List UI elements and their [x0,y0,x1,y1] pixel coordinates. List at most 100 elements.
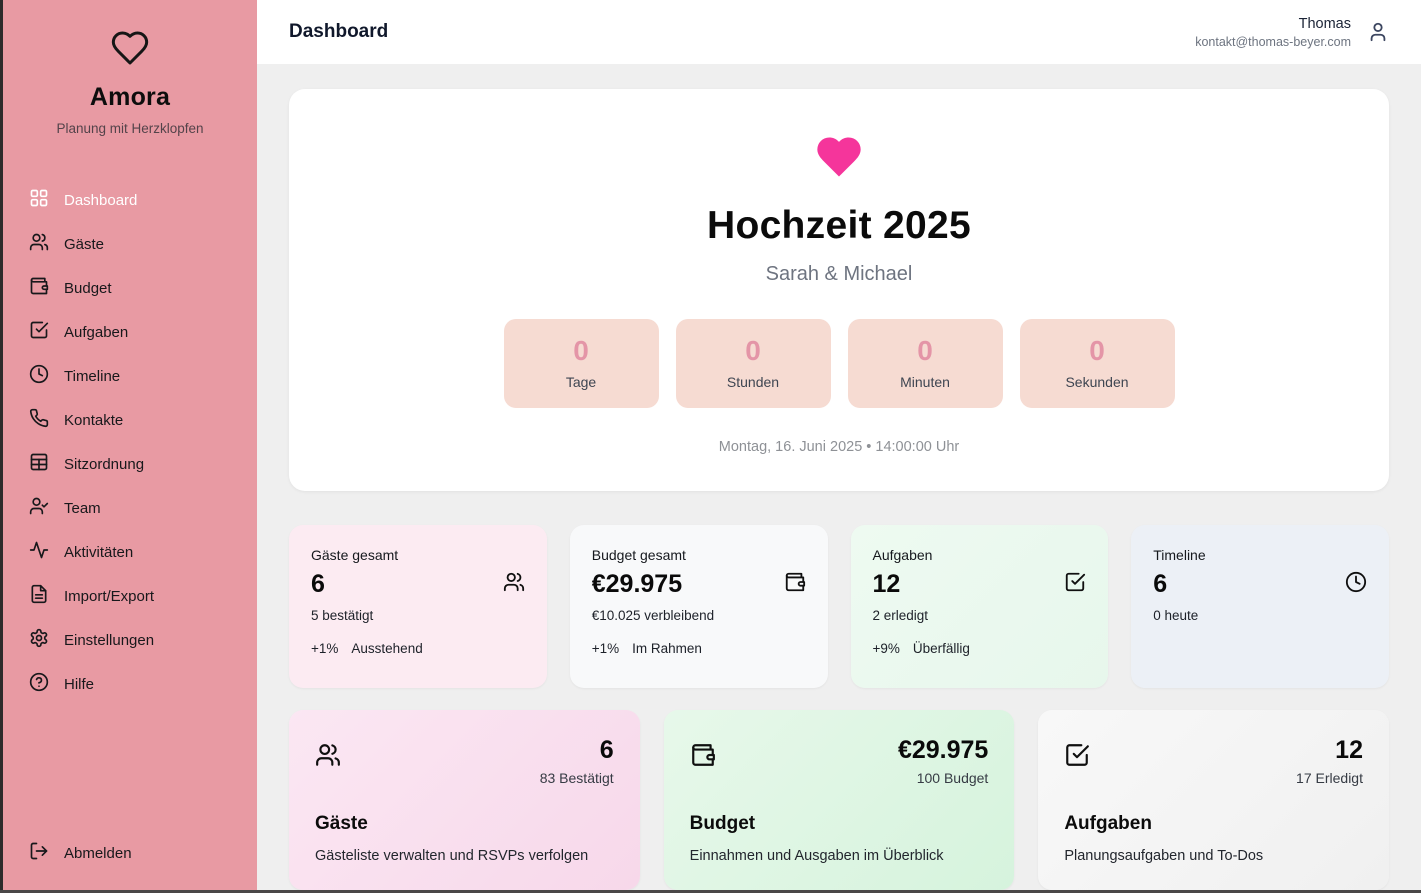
countdown-hours: 0 Stunden [676,319,831,408]
stat-label: Aufgaben [873,547,1087,563]
stat-sub: €10.025 verbleibend [592,608,806,623]
stat-trend-label: Im Rahmen [632,641,702,656]
stat-value: 12 [873,570,901,599]
countdown-value: 0 [573,337,589,365]
help-circle-icon [29,672,49,696]
logout-icon [29,841,49,865]
stat-trend-label: Überfällig [913,641,970,656]
file-text-icon [29,584,49,608]
stat-value: €29.975 [592,570,682,599]
wedding-title: Hochzeit 2025 [321,204,1357,248]
countdown-minutes: 0 Minuten [848,319,1003,408]
countdown-seconds: 0 Sekunden [1020,319,1175,408]
stat-sub: 5 bestätigt [311,608,525,623]
user-icon[interactable] [1367,21,1389,43]
logout-button[interactable]: Abmelden [3,829,257,877]
stat-card-tasks: Aufgaben 12 2 erledigt +9% Überfällig [851,525,1109,688]
page-title: Dashboard [289,21,388,43]
countdown-value: 0 [917,337,933,365]
wallet-icon [784,571,806,598]
stat-card-guests: Gäste gesamt 6 5 bestätigt +1% Ausstehen… [289,525,547,688]
sidebar-item-kontakte[interactable]: Kontakte [3,398,257,442]
countdown-label: Tage [566,374,596,390]
feature-desc: Planungsaufgaben und To-Dos [1064,848,1363,864]
feature-desc: Gästeliste verwalten und RSVPs verfolgen [315,848,614,864]
clock-icon [1345,571,1367,598]
wallet-icon [29,276,49,300]
sidebar-item-label: Aktivitäten [64,544,133,561]
activity-icon [29,540,49,564]
user-name: Thomas [1195,16,1351,32]
feature-value: €29.975 [898,736,988,765]
sidebar-item-label: Import/Export [64,588,154,605]
sidebar-item-label: Budget [64,280,112,297]
stat-trend-value: +1% [592,641,619,656]
sidebar-item-gaeste[interactable]: Gäste [3,222,257,266]
sidebar-item-dashboard[interactable]: Dashboard [3,178,257,222]
users-icon [503,571,525,598]
sidebar-item-label: Kontakte [64,412,123,429]
stat-card-timeline: Timeline 6 0 heute [1131,525,1389,688]
gear-icon [29,628,49,652]
main-area: Dashboard Thomas kontakt@thomas-beyer.co… [257,0,1421,893]
sidebar-item-timeline[interactable]: Timeline [3,354,257,398]
sidebar-item-team[interactable]: Team [3,486,257,530]
sidebar-item-aufgaben[interactable]: Aufgaben [3,310,257,354]
feature-card-tasks[interactable]: 12 17 Erledigt Aufgaben Planungsaufgaben… [1038,710,1389,890]
sidebar-spacer [3,706,257,829]
check-square-icon [1064,571,1086,598]
app-name: Amora [19,83,241,112]
countdown: 0 Tage 0 Stunden 0 Minuten 0 Sekunden [321,319,1357,408]
stat-value: 6 [1153,570,1167,599]
feature-title: Gäste [315,813,614,835]
stat-value: 6 [311,570,325,599]
users-icon [29,232,49,256]
stat-sub: 2 erledigt [873,608,1087,623]
feature-title: Budget [690,813,989,835]
feature-card-budget[interactable]: €29.975 100 Budget Budget Einnahmen und … [664,710,1015,890]
sidebar-item-label: Einstellungen [64,632,154,649]
sidebar-item-label: Team [64,500,101,517]
sidebar-item-import-export[interactable]: Import/Export [3,574,257,618]
user-menu[interactable]: Thomas kontakt@thomas-beyer.com [1195,16,1389,49]
countdown-value: 0 [1089,337,1105,365]
wedding-datetime: Montag, 16. Juni 2025 • 14:00:00 Uhr [321,439,1357,455]
sidebar-item-sitzordnung[interactable]: Sitzordnung [3,442,257,486]
heart-filled-icon [810,170,868,187]
feature-desc: Einnahmen und Ausgaben im Überblick [690,848,989,864]
stat-sub: 0 heute [1153,608,1367,623]
sidebar-item-label: Dashboard [64,192,137,209]
feature-value: 12 [1296,736,1363,765]
feature-cards-row: 6 83 Bestätigt Gäste Gästeliste verwalte… [289,710,1389,890]
feature-sub: 17 Erledigt [1296,770,1363,786]
users-icon [315,736,341,773]
sidebar-item-hilfe[interactable]: Hilfe [3,662,257,706]
countdown-label: Stunden [727,374,779,390]
countdown-days: 0 Tage [504,319,659,408]
sidebar-item-label: Aufgaben [64,324,128,341]
sidebar-item-einstellungen[interactable]: Einstellungen [3,618,257,662]
stat-trend-value: +9% [873,641,900,656]
stat-trend-label: Ausstehend [351,641,422,656]
user-email: kontakt@thomas-beyer.com [1195,35,1351,49]
countdown-value: 0 [745,337,761,365]
stat-label: Timeline [1153,547,1367,563]
heart-outline-icon [109,55,151,72]
sidebar-item-aktivitaeten[interactable]: Aktivitäten [3,530,257,574]
phone-icon [29,408,49,432]
feature-value: 6 [540,736,614,765]
sidebar-nav: Dashboard Gäste Budget Aufgaben Timeline… [3,178,257,706]
wallet-icon [690,736,716,773]
check-square-icon [29,320,49,344]
topbar: Dashboard Thomas kontakt@thomas-beyer.co… [257,0,1421,64]
layout-grid-icon [29,188,49,212]
feature-card-guests[interactable]: 6 83 Bestätigt Gäste Gästeliste verwalte… [289,710,640,890]
sidebar-item-label: Gäste [64,236,104,253]
sidebar-item-budget[interactable]: Budget [3,266,257,310]
countdown-label: Minuten [900,374,950,390]
brand-block: Amora Planung mit Herzklopfen [3,18,257,160]
sidebar-item-label: Timeline [64,368,120,385]
stat-card-budget: Budget gesamt €29.975 €10.025 verbleiben… [570,525,828,688]
feature-sub: 83 Bestätigt [540,770,614,786]
stat-label: Budget gesamt [592,547,806,563]
